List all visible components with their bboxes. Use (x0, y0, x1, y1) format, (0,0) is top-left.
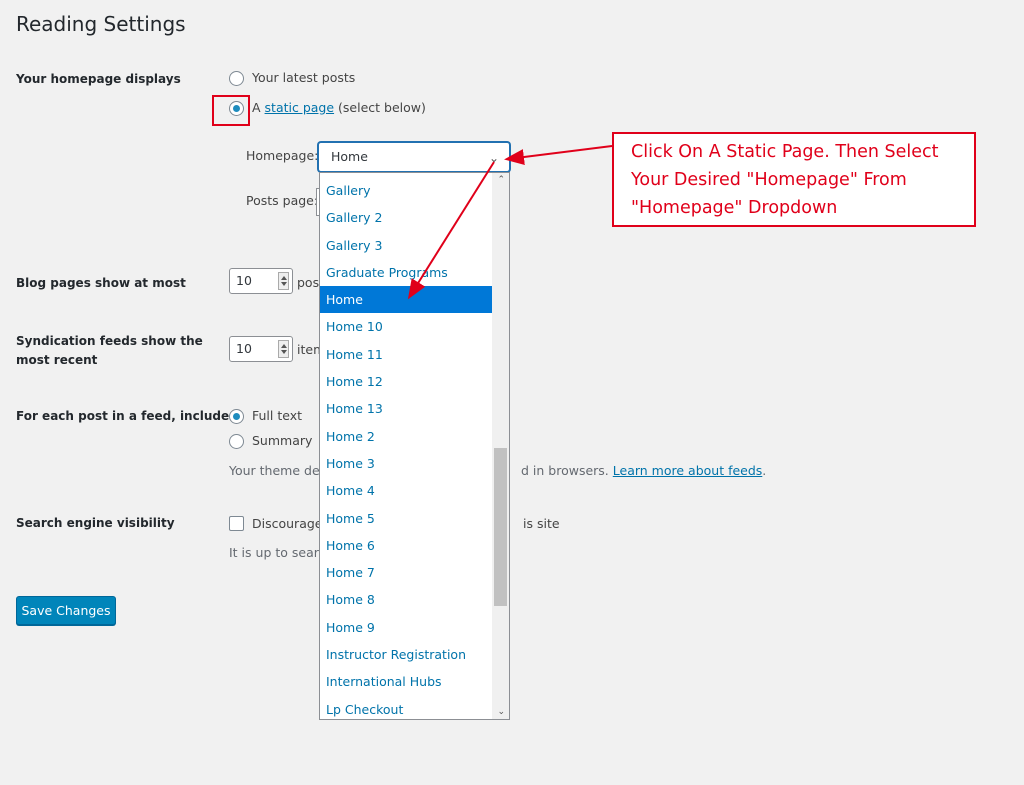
chevron-down-icon: ⌄ (488, 151, 499, 165)
dropdown-option[interactable]: Gallery 2 (320, 204, 493, 231)
annotation-callout: Click On A Static Page. Then Select Your… (612, 132, 976, 227)
dropdown-option[interactable]: International Hubs (320, 668, 493, 695)
radio-static-page-label: A static page (select below) (252, 100, 426, 115)
radio-summary-label: Summary (252, 433, 313, 448)
dropdown-option[interactable]: Home 6 (320, 532, 493, 559)
feed-desc-start: Your theme det (229, 463, 325, 478)
dropdown-option[interactable]: Home 11 (320, 341, 493, 368)
dropdown-option[interactable]: Home 8 (320, 586, 493, 613)
dropdown-option[interactable]: Home 10 (320, 313, 493, 340)
dropdown-option[interactable]: Home 2 (320, 423, 493, 450)
callout-line-2: Your Desired "Homepage" From (631, 170, 907, 190)
dropdown-option[interactable]: Home 9 (320, 614, 493, 641)
dropdown-option[interactable]: Home (320, 286, 493, 314)
spinner-icon[interactable] (278, 340, 289, 358)
discourage-search-checkbox[interactable] (229, 516, 244, 531)
dropdown-option[interactable]: Instructor Registration (320, 641, 493, 668)
posts-page-label: Posts page: (246, 193, 319, 208)
dropdown-option[interactable]: Gallery 3 (320, 232, 493, 259)
dropdown-option[interactable]: Lp Checkout (320, 696, 493, 719)
syndication-input[interactable]: 10 (229, 336, 293, 362)
spinner-icon[interactable] (278, 272, 289, 290)
dropdown-option[interactable]: Home 12 (320, 368, 493, 395)
callout-line-1: Click On A Static Page. Then Select (631, 142, 939, 162)
radio-latest-posts[interactable] (229, 71, 244, 86)
homepage-select-value: Home (331, 149, 368, 164)
discourage-search-label-end: is site (523, 516, 560, 531)
radio-static-page[interactable] (229, 101, 244, 116)
dropdown-options: Gallery Gallery 2 Gallery 3 Graduate Progra… (320, 177, 493, 719)
blog-pages-input[interactable]: 10 (229, 268, 293, 294)
save-changes-button[interactable]: Save Changes (16, 596, 116, 625)
arrow-to-select (504, 145, 613, 165)
dropdown-scrollbar[interactable]: ⌃ ⌄ (492, 173, 509, 719)
dropdown-option[interactable]: Home 3 (320, 450, 493, 477)
feed-desc-end: d in browsers. Learn more about feeds. (521, 463, 767, 478)
blog-pages-unit: pos (297, 275, 320, 290)
dropdown-option[interactable]: Home 5 (320, 505, 493, 532)
homepage-select-label: Homepage: (246, 148, 319, 163)
homepage-dropdown-list[interactable]: Gallery Gallery 2 Gallery 3 Graduate Progra… (319, 172, 510, 720)
scroll-down-icon[interactable]: ⌄ (497, 707, 505, 717)
homepage-select[interactable]: Home ⌄ (318, 142, 510, 172)
syndication-value: 10 (236, 341, 252, 356)
dropdown-option[interactable]: Home 13 (320, 395, 493, 422)
learn-more-feeds-link[interactable]: Learn more about feeds (613, 463, 763, 478)
homepage-displays-label: Your homepage displays (16, 72, 181, 86)
radio-summary[interactable] (229, 434, 244, 449)
radio-latest-posts-label: Your latest posts (252, 70, 356, 85)
search-visibility-label: Search engine visibility (16, 516, 175, 530)
syndication-label: Syndication feeds show the most recent (16, 334, 203, 367)
radio-full-text-label: Full text (252, 408, 303, 423)
dropdown-option[interactable]: Gallery (320, 177, 493, 204)
discourage-search-label: Discourage (252, 516, 323, 531)
annotation-arrows (407, 145, 613, 300)
blog-pages-value: 10 (236, 273, 252, 288)
callout-line-3: "Homepage" Dropdown (631, 198, 838, 218)
scroll-up-icon[interactable]: ⌃ (497, 175, 505, 185)
dropdown-option[interactable]: Home 7 (320, 559, 493, 586)
search-visibility-desc: It is up to searc (229, 545, 326, 560)
static-page-link[interactable]: static page (265, 100, 335, 115)
radio-full-text[interactable] (229, 409, 244, 424)
scrollbar-thumb[interactable] (494, 448, 507, 606)
blog-pages-label: Blog pages show at most (16, 276, 186, 290)
feed-include-label: For each post in a feed, include (16, 409, 230, 423)
dropdown-option[interactable]: Graduate Programs (320, 259, 493, 286)
dropdown-option[interactable]: Home 4 (320, 477, 493, 504)
page-title: Reading Settings (16, 12, 186, 36)
